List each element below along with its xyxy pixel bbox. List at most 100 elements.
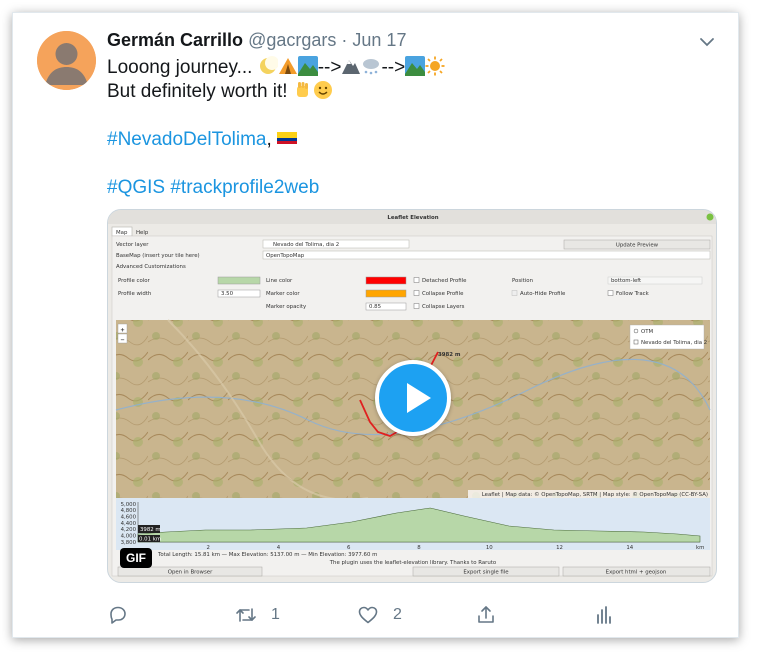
collapse-profile-checkbox[interactable] — [413, 290, 420, 296]
zoom-in-icon: + — [120, 328, 125, 334]
layer-otm-radio[interactable] — [633, 328, 639, 334]
basemap-label: BaseMap (insert your tile here) — [116, 253, 200, 259]
comma-text: , — [266, 129, 272, 150]
open-in-browser-label: Open in Browser — [168, 570, 213, 576]
reply-button[interactable] — [107, 602, 129, 628]
map-attribution: Leaflet | Map data: © OpenTopoMap, SRTM … — [482, 491, 708, 498]
line-color-label: Line color — [266, 278, 293, 284]
user-handle[interactable]: @gacrgars — [248, 30, 336, 50]
chart-x-tick-label: 14 — [626, 545, 633, 551]
retweet-button[interactable]: 1 — [235, 602, 280, 628]
chart-y-tick-label: 4,200 — [121, 527, 137, 533]
raised-fist-icon — [296, 82, 308, 97]
auto-hide-label: Auto-Hide Profile — [520, 291, 566, 297]
profile-color-swatch[interactable] — [217, 276, 261, 285]
advanced-customizations-toggle[interactable]: Advanced Customizations — [116, 264, 186, 270]
chart-x-tick-label: 12 — [556, 545, 563, 551]
tweet-header: Germán Carrillo @gacrgars · Jun 17 — [107, 30, 406, 54]
heart-icon — [358, 606, 378, 624]
elevation-marker-text: 3982 m — [140, 527, 161, 533]
vector-layer-label: Vector layer — [116, 242, 149, 248]
chart-y-tick-label: 5,000 — [121, 502, 137, 508]
detached-profile-checkbox[interactable] — [413, 277, 420, 283]
default-profile-icon — [37, 31, 96, 90]
auto-hide-checkbox[interactable] — [511, 290, 518, 296]
tweet-text-line2: But definitely worth it! — [107, 81, 288, 102]
update-preview-label: Update Preview — [616, 243, 659, 249]
chart-y-tick-label: 4,800 — [121, 508, 137, 514]
gif-badge: GIF — [120, 548, 152, 568]
chart-x-tick-label: 10 — [486, 545, 493, 551]
smiling-face-icon — [313, 81, 332, 99]
marker-opacity-label: Marker opacity — [266, 304, 307, 310]
chart-x-tick-label: 2 — [207, 545, 210, 551]
play-button[interactable] — [375, 360, 451, 436]
display-name[interactable]: Germán Carrillo — [107, 30, 243, 50]
follow-track-label: Follow Track — [616, 291, 650, 297]
collapse-profile-label: Collapse Profile — [422, 291, 464, 297]
mountain-icon — [342, 60, 361, 74]
hashtag-qgis[interactable]: #QGIS — [107, 177, 165, 198]
chart-x-tick-label: 8 — [417, 545, 421, 551]
retweet-icon — [236, 608, 256, 622]
retweet-count: 1 — [271, 606, 280, 623]
tweet-date[interactable]: Jun 17 — [352, 30, 406, 50]
tweet-card[interactable]: Germán Carrillo @gacrgars · Jun 17 Looon… — [12, 12, 739, 638]
window-title: Leaflet Elevation — [387, 215, 438, 221]
hashtag-nevado-del-tolima[interactable]: #NevadoDelTolima — [107, 129, 266, 150]
like-button[interactable]: 2 — [357, 602, 402, 628]
export-html-label: Export html + geojson — [606, 570, 667, 576]
zoom-out-icon: − — [120, 338, 125, 344]
chart-x-tick-label: 4 — [277, 545, 281, 551]
distance-marker-text: 0.01 km — [139, 537, 161, 543]
marker-color-label: Marker color — [266, 291, 300, 297]
profile-width-value: 3.50 — [221, 291, 234, 297]
collapse-layers-checkbox[interactable] — [413, 303, 420, 309]
detached-profile-label: Detached Profile — [422, 278, 467, 284]
tweet-actions: 1 2 — [107, 602, 617, 628]
line-color-swatch[interactable] — [365, 276, 407, 285]
separator: · — [341, 30, 348, 50]
marker-opacity-value: 0.85 — [369, 304, 381, 310]
avatar[interactable] — [37, 31, 96, 90]
chevron-down-icon[interactable] — [698, 33, 716, 51]
chart-y-tick-label: 4,600 — [121, 514, 137, 520]
track-stats: Total Length: 15.81 km — Max Elevation: … — [157, 552, 377, 558]
vector-layer-value: Nevado del Tolima, dia 2 — [273, 242, 339, 248]
hashtag-trackprofile2web[interactable]: #trackprofile2web — [170, 177, 319, 198]
position-value: bottom-left — [611, 278, 641, 284]
chart-y-axis: 5,0004,8004,6004,4004,2004,0003,800 — [121, 502, 137, 546]
tab-map-label: Map — [116, 230, 128, 236]
layer-track-checkbox[interactable] — [633, 339, 639, 345]
mountain-scene-icon — [297, 56, 318, 76]
reply-icon — [110, 606, 126, 624]
share-icon — [478, 606, 494, 623]
window-close-icon[interactable] — [706, 213, 714, 221]
tweet-text: Looong journey... --> --> But definitely … — [107, 56, 707, 200]
tent-icon — [278, 58, 297, 74]
analytics-button[interactable] — [593, 602, 615, 628]
tweet-text-line1: Looong journey... — [107, 57, 253, 78]
sun-icon — [425, 56, 445, 76]
collapse-layers-label: Collapse Layers — [422, 304, 465, 310]
basemap-select[interactable] — [262, 250, 711, 260]
chart-x-tick-label: 6 — [347, 545, 351, 551]
analytics-icon — [597, 606, 611, 624]
snow-cloud-icon — [363, 59, 380, 75]
share-button[interactable] — [475, 602, 497, 628]
follow-track-checkbox[interactable] — [607, 290, 614, 296]
crescent-moon-icon — [259, 56, 278, 74]
summit-label: 3982 m — [438, 352, 461, 358]
chart-y-tick-label: 4,000 — [121, 533, 137, 539]
position-label: Position — [512, 278, 533, 284]
colombia-flag-icon — [277, 132, 298, 144]
layer-track-label: Nevado del Tolima, dia 2 — [641, 340, 707, 346]
profile-color-label: Profile color — [118, 278, 151, 284]
profile-width-label: Profile width — [118, 291, 151, 297]
basemap-value: OpenTopoMap — [266, 253, 305, 259]
tab-help-label[interactable]: Help — [136, 230, 149, 236]
media-gif[interactable]: Leaflet Elevation Map Help Vector layer … — [107, 209, 717, 583]
chart-x-unit: km — [696, 545, 704, 551]
marker-color-swatch[interactable] — [365, 289, 407, 298]
footer-note: The plugin uses the leaflet-elevation li… — [329, 560, 496, 566]
